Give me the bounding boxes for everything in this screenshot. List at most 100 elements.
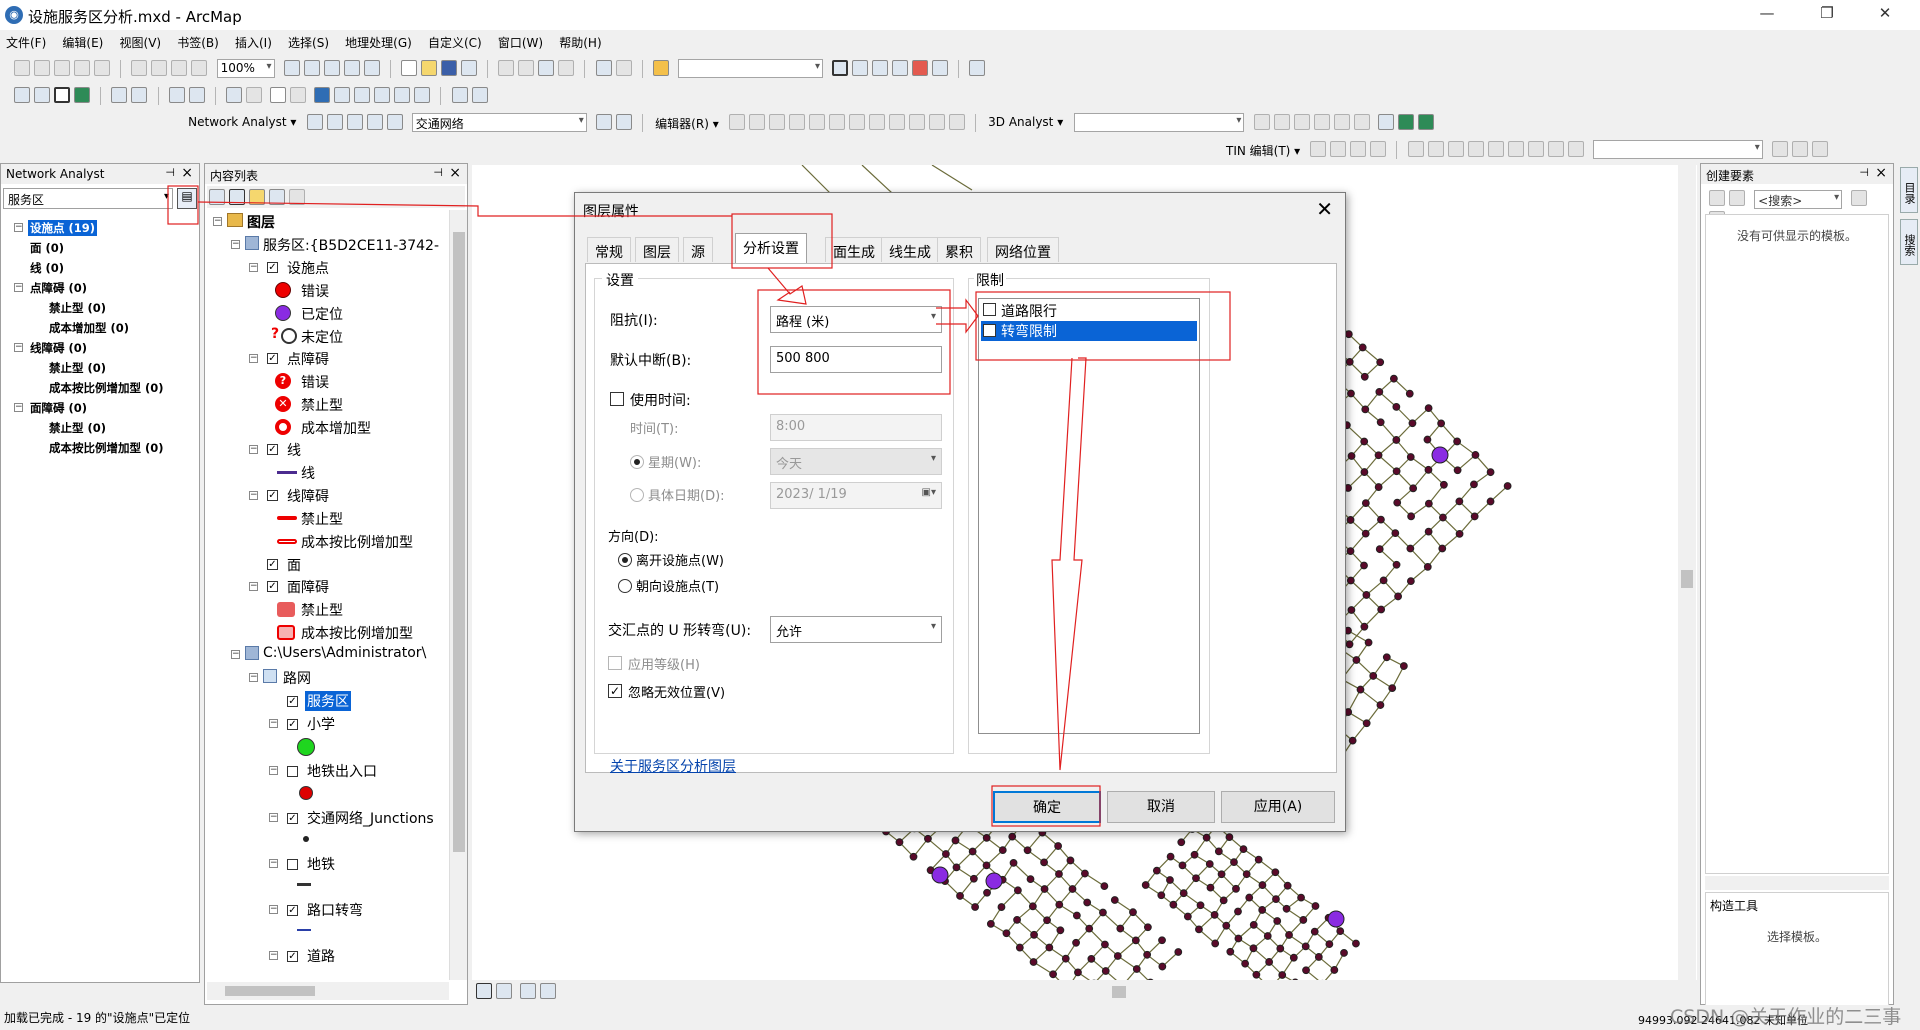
search-icon[interactable] (1851, 190, 1868, 206)
menu-insert[interactable]: 插入(I) (229, 30, 278, 51)
menu-customize[interactable]: 自定义(C) (422, 30, 488, 51)
restriction-checkbox[interactable] (983, 324, 996, 337)
na-item-point-barriers[interactable]: 点障碍 (0) (30, 280, 87, 296)
save-icon[interactable] (440, 60, 457, 76)
collapse-icon[interactable]: − (249, 491, 258, 500)
menu-select[interactable]: 选择(S) (282, 30, 335, 51)
tab-polygon-generation[interactable]: 面生成 (825, 237, 883, 262)
visibility-checkbox[interactable]: ✓ (267, 559, 278, 570)
html-popup-icon[interactable] (414, 87, 431, 103)
visibility-checkbox[interactable]: ✓ (287, 813, 298, 824)
catalog-icon[interactable] (872, 60, 889, 76)
full-extent-icon[interactable] (74, 87, 91, 103)
ok-button[interactable]: 确定 (993, 791, 1101, 823)
impedance-select[interactable]: 路程 (米) ▾ (770, 306, 942, 333)
toc-window-icon[interactable] (852, 60, 869, 76)
tool-icon[interactable] (290, 87, 307, 103)
new-document-icon[interactable] (400, 60, 417, 76)
template-search-combo[interactable]: <搜索> ▾ (1754, 190, 1843, 209)
3d-layer-combo[interactable]: ▾ (1074, 113, 1245, 132)
layout-icon[interactable] (343, 60, 360, 76)
layout-icon[interactable] (363, 60, 380, 76)
toc-vertical-scrollbar[interactable] (449, 210, 467, 980)
close-icon[interactable]: ✕ (1316, 197, 1333, 221)
3d-profile-icon[interactable] (1377, 114, 1394, 130)
weekday-radio[interactable] (630, 455, 644, 469)
scrollbar-thumb[interactable] (1681, 570, 1693, 588)
menu-edit[interactable]: 编辑(E) (56, 30, 109, 51)
hyperlink-icon[interactable] (394, 87, 411, 103)
minimize-icon[interactable]: — (1752, 4, 1782, 26)
na-item-line-barriers[interactable]: 线障碍 (0) (30, 340, 87, 356)
back-icon[interactable] (168, 87, 185, 103)
layout-view-icon[interactable] (496, 983, 512, 999)
pin-icon[interactable]: ⊣ (433, 166, 443, 179)
tool-icon[interactable] (151, 60, 168, 76)
default-breaks-input[interactable]: 500 800 (770, 346, 942, 373)
close-icon[interactable]: × (181, 165, 193, 181)
redo-icon[interactable] (615, 60, 632, 76)
toc-lines[interactable]: 线 (287, 440, 301, 460)
splitter[interactable] (1705, 876, 1889, 890)
na-location-icon[interactable] (326, 114, 343, 130)
copy-icon[interactable] (518, 60, 535, 76)
time-slider-icon[interactable] (451, 87, 468, 103)
collapse-icon[interactable]: − (269, 859, 278, 868)
toc-point-barriers[interactable]: 点障碍 (287, 349, 329, 369)
viewer-icon[interactable] (471, 87, 488, 103)
visibility-checkbox[interactable]: ✓ (267, 581, 278, 592)
na-item-line-cost[interactable]: 成本按比例增加型 (0) (49, 380, 164, 396)
scale-combo[interactable]: ▾ (677, 59, 823, 78)
use-hierarchy-checkbox[interactable] (608, 656, 622, 670)
tool-icon[interactable] (54, 60, 71, 76)
fixed-zoom-out-icon[interactable] (131, 87, 148, 103)
na-layer-combo[interactable]: 服务区 ▾ (3, 188, 173, 209)
build-network-icon[interactable] (595, 114, 612, 130)
toc-service-area-selected[interactable]: 服务区 (305, 691, 351, 711)
3d-analyst-menu[interactable]: 3D Analyst ▾ (988, 115, 1063, 129)
na-item-facilities[interactable]: 设施点 (19) (28, 220, 98, 236)
organize-templates-icon[interactable] (1729, 190, 1745, 206)
restore-icon[interactable]: ❐ (1812, 4, 1842, 26)
list-by-drawing-order-icon[interactable] (209, 189, 225, 205)
data-view-icon[interactable] (476, 983, 492, 999)
tool-icon[interactable] (34, 60, 51, 76)
scrollbar-thumb[interactable] (225, 986, 315, 996)
python-icon[interactable] (932, 60, 949, 76)
network-dataset-combo[interactable]: 交通网络 ▾ (411, 113, 587, 132)
help-link[interactable]: 关于服务区分析图层 (610, 756, 736, 776)
visibility-checkbox[interactable]: ✓ (287, 719, 298, 730)
select-features-icon[interactable] (225, 87, 242, 103)
na-identify-icon[interactable] (615, 114, 632, 130)
editor-toolbar-icon[interactable] (832, 60, 849, 76)
model-builder-icon[interactable] (969, 60, 986, 76)
layout-icon[interactable] (323, 60, 340, 76)
visibility-checkbox[interactable]: ✓ (287, 905, 298, 916)
time-input[interactable]: 8:00 (770, 414, 942, 441)
collapse-icon[interactable]: − (249, 445, 258, 454)
na-item-line-prohibit[interactable]: 禁止型 (0) (49, 360, 106, 376)
toc-junctions[interactable]: 交通网络_Junctions (307, 808, 434, 828)
undo-icon[interactable] (595, 60, 612, 76)
na-item-point-cost[interactable]: 成本增加型 (0) (49, 320, 129, 336)
list-by-visibility-icon[interactable] (249, 189, 265, 205)
tab-layer[interactable]: 图层 (635, 237, 679, 262)
toc-polygons[interactable]: 面 (287, 555, 301, 575)
tool-icon[interactable] (94, 60, 111, 76)
restriction-road-limit[interactable]: 道路限行 (1001, 301, 1057, 321)
na-directions-icon[interactable] (386, 114, 403, 130)
layout-icon[interactable] (283, 60, 300, 76)
collapse-icon[interactable]: − (249, 673, 258, 682)
visibility-checkbox[interactable]: ✓ (287, 696, 298, 707)
identify-icon[interactable] (314, 87, 331, 103)
arcglobe-icon[interactable] (1397, 114, 1414, 130)
pan-icon[interactable] (54, 87, 71, 103)
visibility-checkbox[interactable]: ✓ (267, 490, 278, 501)
tin-edit-menu[interactable]: TIN 编辑(T) ▾ (1226, 142, 1300, 159)
tab-network-locations[interactable]: 网络位置 (987, 237, 1059, 262)
collapse-icon[interactable]: − (231, 650, 240, 659)
options-icon[interactable] (289, 189, 305, 205)
na-item-polygon-prohibit[interactable]: 禁止型 (0) (49, 420, 106, 436)
away-from-facility-radio[interactable] (618, 553, 632, 567)
toward-facility-radio[interactable] (618, 579, 632, 593)
